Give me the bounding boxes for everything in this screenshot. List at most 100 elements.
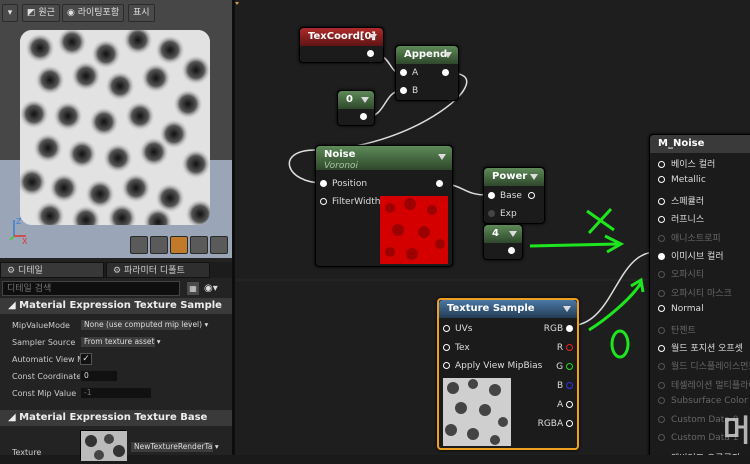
append-pin-b[interactable]: B [400, 86, 418, 96]
preview-cell [173, 89, 203, 119]
texture-sample-out-r[interactable]: R [557, 343, 573, 353]
material-pin-row[interactable]: 탄젠트 [658, 323, 696, 336]
material-input-pin[interactable] [658, 234, 665, 242]
append-output-pin[interactable] [442, 68, 454, 78]
section-texture-base[interactable]: ◢ Material Expression Texture Base [0, 410, 232, 426]
material-pin-label: 스페큘러 [671, 196, 705, 207]
sphere-preview-icon[interactable] [150, 236, 168, 254]
material-input-pin[interactable] [658, 253, 665, 260]
power-pin-exp[interactable]: Exp [488, 209, 517, 219]
material-input-pin[interactable] [658, 216, 665, 224]
tab-parameter-defaults[interactable]: ⚙ 파라미터 디폴트 [106, 262, 210, 278]
collapse-arrow-icon: ◢ [8, 300, 20, 311]
texture-sample-out-a[interactable]: A [557, 400, 573, 410]
material-pin-row[interactable]: 월드 디스플레이스먼트 [658, 359, 750, 372]
preview-cell [139, 137, 169, 167]
constant-zero-output-pin[interactable] [360, 112, 372, 122]
preview-cell [67, 139, 97, 169]
material-input-pin[interactable] [658, 271, 665, 279]
material-pin-row[interactable]: 이미시브 컬러 [658, 249, 724, 262]
perspective-button[interactable]: ◩ 원근 [22, 4, 60, 22]
constant-four-output-pin[interactable] [508, 246, 520, 256]
material-result-node[interactable]: M_Noise 베이스 컬러 Metallic 스페큘러 러프니스 애니소트로피 이미시브… [649, 134, 750, 455]
material-pin-row[interactable]: 테셀레이션 멀티플라이어 [658, 378, 750, 391]
texcoord-node[interactable]: TexCoord[0] [299, 27, 384, 63]
texture-sample-out-g[interactable]: G [556, 362, 573, 372]
material-input-pin[interactable] [658, 397, 665, 405]
material-pin-row[interactable]: 오파시티 마스크 [658, 286, 732, 299]
material-pin-row[interactable]: Metallic [658, 175, 706, 185]
material-pin-label: 월드 디스플레이스먼트 [671, 362, 750, 373]
eye-icon[interactable]: ◉▾ [204, 281, 226, 296]
collapse-arrow-icon[interactable] [563, 306, 571, 312]
section-texture-sample[interactable]: ◢ Material Expression Texture Sample [0, 298, 232, 314]
texture-sample-out-rgba[interactable]: RGBA [538, 419, 573, 429]
material-input-pin[interactable] [658, 381, 665, 389]
material-pin-row[interactable]: 베이스 컬러 [658, 157, 715, 170]
sampler-source-dropdown[interactable]: From texture asset ▾ [80, 336, 161, 348]
material-input-pin[interactable] [658, 415, 665, 423]
cube-preview-icon[interactable] [190, 236, 208, 254]
collapse-arrow-icon[interactable] [444, 52, 452, 58]
material-pin-label: 러프니스 [671, 215, 705, 226]
constant-four-node[interactable]: 4 [483, 224, 523, 260]
collapse-arrow-icon[interactable] [530, 174, 538, 180]
noise-pin-filter-width[interactable]: FilterWidth [320, 197, 380, 207]
power-output-pin[interactable] [528, 191, 540, 201]
mesh-preview-icon[interactable] [210, 236, 228, 254]
lit-mode-button[interactable]: ◉ 라이팅포함 [62, 4, 125, 22]
material-input-pin[interactable] [658, 434, 665, 441]
noise-pin-position[interactable]: Position [320, 179, 367, 189]
material-pin-row[interactable]: 오파시티 [658, 267, 704, 280]
noise-output-pin[interactable] [436, 179, 448, 189]
material-input-pin[interactable] [658, 161, 665, 168]
texture-sample-pin-mip-bias[interactable]: Apply View MipBias [443, 361, 542, 371]
collapse-arrow-icon[interactable] [369, 34, 377, 40]
const-coordinate-input[interactable]: 0 [80, 370, 118, 382]
plane-preview-icon[interactable] [170, 236, 188, 254]
material-input-pin[interactable] [658, 345, 665, 352]
automatic-view-mip-checkbox[interactable]: ✓ [80, 353, 92, 365]
material-input-pin[interactable] [658, 176, 665, 184]
noise-node[interactable]: Noise Voronoi Position FilterWidth [315, 145, 453, 267]
append-node[interactable]: Append A B [395, 45, 459, 101]
material-input-pin[interactable] [658, 305, 665, 313]
material-input-pin[interactable] [658, 363, 665, 371]
tab-details[interactable]: ⚙ 디테일 [0, 262, 104, 278]
texture-sample-node[interactable]: Texture Sample UVs Tex Apply View MipBia… [437, 298, 579, 450]
texcoord-output-pin[interactable] [367, 49, 379, 59]
const-mip-value-input[interactable]: -1 [80, 387, 152, 399]
viewport-menu-button[interactable]: ▾ [2, 4, 18, 22]
texture-sample-pin-tex[interactable]: Tex [443, 343, 470, 353]
material-graph-canvas[interactable]: TexCoord[0] Append A B 0 Noise Voronoi Po… [235, 0, 750, 455]
material-pin-row[interactable]: 월드 포지션 오프셋 [658, 341, 743, 354]
collapse-arrow-icon[interactable] [438, 154, 446, 160]
texture-sample-out-rgb[interactable]: RGB [544, 324, 573, 334]
material-input-pin[interactable] [658, 289, 665, 297]
power-pin-base[interactable]: Base [488, 191, 522, 201]
cylinder-preview-icon[interactable] [130, 236, 148, 254]
show-button[interactable]: 표시 [128, 4, 155, 22]
collapse-arrow-icon[interactable] [509, 231, 517, 237]
material-pin-row[interactable]: Subsurface Color [658, 396, 748, 406]
power-node[interactable]: Power Base Exp [483, 167, 545, 224]
collapse-arrow-icon[interactable] [361, 97, 369, 103]
chevron-down-icon: ▾ [154, 337, 161, 346]
texture-asset-dropdown[interactable]: NewTextureRenderTa ▾ [130, 441, 219, 453]
material-pin-row[interactable]: 러프니스 [658, 212, 704, 225]
material-pin-row[interactable]: Normal [658, 304, 704, 314]
material-input-pin[interactable] [658, 326, 665, 334]
texture-thumbnail[interactable] [80, 430, 127, 461]
material-pin-row[interactable]: 애니소트로피 [658, 231, 721, 244]
material-preview-viewport[interactable]: ▾ ◩ 원근 ◉ 라이팅포함 표시 Z X [0, 0, 232, 258]
grid-view-icon[interactable]: ▦ [186, 281, 200, 296]
mip-value-mode-dropdown[interactable]: None (use computed mip level) ▾ [80, 319, 208, 331]
material-pin-row[interactable]: 스페큘러 [658, 194, 704, 207]
texture-sample-pin-uvs[interactable]: UVs [443, 324, 472, 334]
texture-sample-out-b[interactable]: B [557, 381, 573, 391]
constant-zero-node[interactable]: 0 [337, 90, 375, 126]
append-pin-a[interactable]: A [400, 68, 418, 78]
details-tab-bar: ⚙ 디테일 ⚙ 파라미터 디폴트 [0, 262, 232, 278]
material-input-pin[interactable] [658, 197, 665, 205]
details-search-input[interactable] [2, 281, 180, 296]
